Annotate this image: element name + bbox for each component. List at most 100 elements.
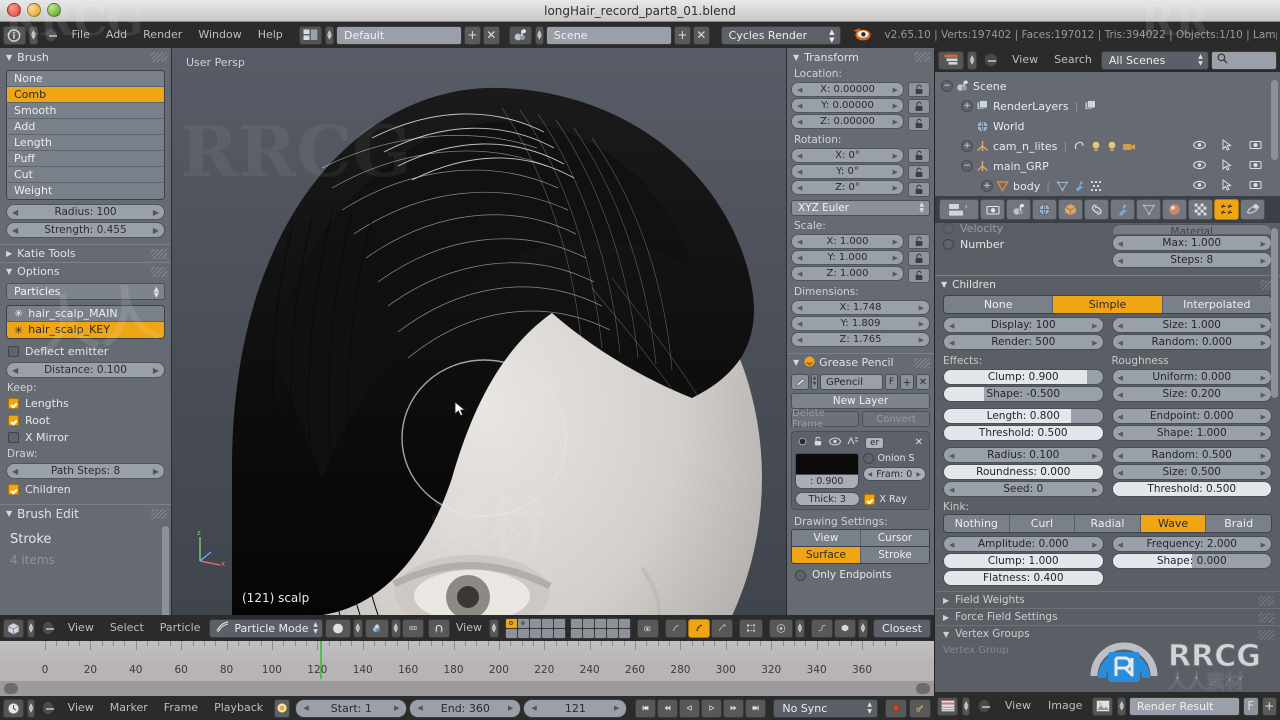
properties-tab-particles[interactable] [1214,199,1239,220]
properties-tab-world[interactable] [1032,199,1057,220]
decrement-icon[interactable]: ◀ [868,471,873,478]
menu-window[interactable]: Window [191,24,248,46]
jump-to-end-button[interactable] [745,698,767,718]
delete-frame-button[interactable]: Delete Frame [791,408,859,430]
increment-icon[interactable]: ▶ [394,704,399,712]
editor-type-3dview-icon[interactable] [3,618,24,638]
layer-cell[interactable] [541,618,553,628]
increment-icon[interactable]: ▶ [1261,469,1266,477]
rough-random-size-slider[interactable]: ◀ Size: 0.500 ▶ [1111,464,1272,480]
layer-cell[interactable] [517,618,529,628]
layer-cell[interactable] [606,628,618,638]
grease-pencil-panel-header[interactable]: ▼ Grease Pencil [787,353,934,371]
lock-location-y-icon[interactable] [908,99,930,114]
play-reverse-button[interactable] [679,698,701,718]
radius-slider[interactable]: ◀ Radius: 0.100 ▶ [943,447,1104,463]
decrement-icon[interactable]: ◀ [797,118,802,126]
keep-root-checkbox[interactable]: Root [0,412,171,429]
child-size-random-slider[interactable]: ◀ Random: 0.000 ▶ [1111,334,1272,350]
increment-icon[interactable]: ▶ [1261,413,1266,421]
deflect-mode-group[interactable]: ▲ ▼ [810,618,868,638]
rough-uniform-slider[interactable]: ◀ Uniform: 0.000 ▶ [1111,369,1272,385]
decrement-icon[interactable]: ◀ [1118,257,1123,265]
restrict-view-icon[interactable] [1193,140,1206,153]
timeline-horizontal-scrollbar[interactable] [0,681,934,696]
increment-icon[interactable]: ▶ [893,102,898,110]
viewport-menu-particle[interactable]: Particle [153,617,208,639]
decrement-icon[interactable]: ◀ [1118,322,1123,330]
increment-icon[interactable]: ▶ [1261,240,1266,248]
collapse-menus-icon[interactable] [42,621,55,635]
screen-layout-spinner[interactable]: ▲ ▼ [324,25,334,45]
particles-icon[interactable] [1090,180,1103,192]
number-checkbox[interactable]: Number [943,234,1104,251]
increment-icon[interactable]: ▶ [893,168,898,176]
image-name-field[interactable]: Render Result [1128,696,1241,716]
brush-radius-slider[interactable]: ◀ Radius: 100 ▶ [6,204,165,220]
rough-endpoint-slider[interactable]: ◀ Endpoint: 0.000 ▶ [1111,408,1272,424]
camera-icon[interactable] [1122,141,1136,152]
lock-scale-y-icon[interactable] [908,251,930,266]
decrement-icon[interactable]: ◀ [949,541,954,549]
editor-type-spinner[interactable]: ▲ ▼ [967,50,977,70]
lock-rotation-x-icon[interactable] [908,148,930,163]
lock-camera-button[interactable] [636,618,659,638]
children-mode-interpolated[interactable]: Interpolated [1162,296,1271,313]
expand-toggle-icon[interactable]: + [981,180,993,192]
kink-mode-nothing[interactable]: Nothing [944,515,1010,532]
layer-cell[interactable] [505,628,517,638]
layer-cell[interactable] [594,628,606,638]
decrement-icon[interactable]: ◀ [797,184,802,192]
kink-mode-selector[interactable]: Nothing Curl Radial Wave Braid [943,514,1272,533]
editor-type-spinner[interactable]: ▲ ▼ [26,618,36,638]
keying-set-button[interactable] [908,698,931,718]
child-size-slider[interactable]: ◀ Size: 1.000 ▶ [1111,317,1272,333]
brush-item-add[interactable]: Add [7,119,164,135]
properties-tab-texture[interactable] [1188,199,1213,220]
decrement-icon[interactable]: ◀ [1118,452,1123,460]
clump-slider[interactable]: Clump: 0.900 [943,369,1104,385]
gpencil-name-field[interactable]: GPencil [820,374,883,390]
scroll-handle-left[interactable] [4,683,18,694]
gpencil-add-button[interactable]: + [900,374,914,390]
menu-file[interactable]: File [64,24,96,46]
playback-controls[interactable] [635,698,767,718]
rough-random-slider[interactable]: ◀ Random: 0.500 ▶ [1111,447,1272,463]
brush-edit-panel-header[interactable]: ▼ Brush Edit [0,504,171,522]
add-screen-button[interactable]: + [464,25,481,45]
particle-system-item-key[interactable]: ✳ hair_scalp_KEY [7,322,164,338]
properties-tab-data[interactable] [1136,199,1161,220]
properties-tab-bar[interactable] [935,196,1280,223]
timeline-menu-marker[interactable]: Marker [103,697,155,719]
increment-icon[interactable]: ▶ [1261,339,1266,347]
image-browse-icon[interactable] [1092,696,1114,716]
increment-icon[interactable]: ▶ [1261,322,1266,330]
brush-panel-header[interactable]: ▼ Brush [0,48,171,66]
children-mode-none[interactable]: None [944,296,1054,313]
increment-icon[interactable]: ▶ [1261,257,1266,265]
children-mode-simple[interactable]: Simple [1053,296,1163,313]
restrict-view-icon[interactable] [1193,180,1206,193]
increment-icon[interactable]: ▶ [893,238,898,246]
properties-tab-object[interactable] [1058,199,1083,220]
shading-mode-selector[interactable]: ▲ ▼ [324,618,363,638]
timeline-menu-frame[interactable]: Frame [157,697,205,719]
kink-mode-braid[interactable]: Braid [1206,515,1271,532]
mesh-data-icon[interactable] [1056,180,1069,192]
lamp-icon[interactable] [1090,140,1102,152]
editor-type-spinner[interactable]: ▲ ▼ [28,25,38,45]
close-window-button[interactable] [7,3,21,17]
velocity-checkbox[interactable]: Velocity [943,223,1104,234]
snapping-group[interactable]: View ▲ ▼ [427,617,499,639]
record-button[interactable] [884,698,907,718]
brush-item-length[interactable]: Length [7,135,164,151]
keep-lengths-checkbox[interactable]: Lengths [0,395,171,412]
lock-rotation-z-icon[interactable] [908,182,930,197]
vertex-groups-panel-header[interactable]: ▼ Vertex Groups [935,625,1280,642]
viewport-menu-view[interactable]: View [61,617,101,639]
decrement-icon[interactable]: ◀ [949,322,954,330]
layer-cell[interactable] [529,628,541,638]
editor-type-info-icon[interactable] [3,25,26,45]
gpencil-spinner[interactable]: ▲ ▼ [811,374,818,390]
brush-item-smooth[interactable]: Smooth [7,103,164,119]
